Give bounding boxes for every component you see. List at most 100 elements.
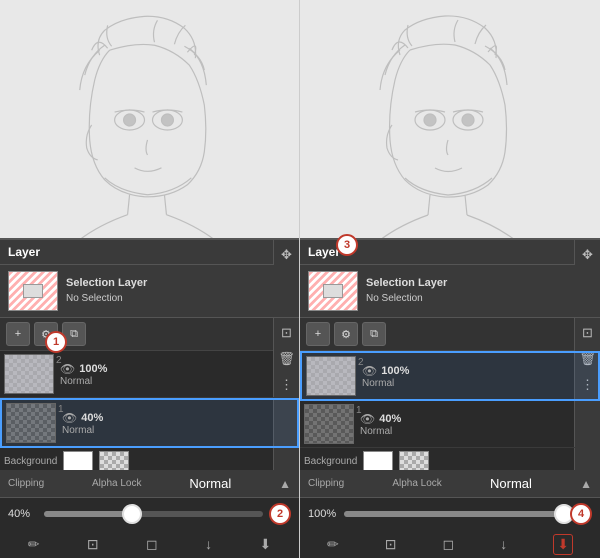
layer1-number-left: 1 <box>58 404 64 415</box>
layer2-eye-left[interactable]: 👁 <box>60 362 75 376</box>
layer1-thumb-right <box>304 404 354 444</box>
side-btn-select-right[interactable]: ⊡ <box>577 322 599 344</box>
layer2-opacity-right: 100% <box>381 365 409 377</box>
layer2-info-right: 👁 100% Normal <box>356 362 568 391</box>
add-layer-btn-right[interactable]: + <box>306 322 330 346</box>
layer1-mode-left: Normal <box>62 425 261 436</box>
side-btn-select[interactable]: ⊡ <box>276 322 298 344</box>
layer2-info-left: 👁 100% Normal <box>54 360 269 389</box>
selection-info-left: Selection Layer No Selection <box>66 276 147 305</box>
selection-sub-left: No Selection <box>66 292 147 306</box>
layer1-checker-left <box>7 404 55 442</box>
circle-2-bottom: 2 <box>269 503 291 525</box>
layer1-thumb-left <box>6 403 56 443</box>
bg-white-right <box>363 451 393 471</box>
ptb-pencil-right[interactable]: ✏ <box>327 536 339 553</box>
layer1-name-row-left: 👁 40% <box>62 411 261 425</box>
bg-label-left: Background <box>4 456 57 467</box>
layer-tools-row-left: + ⚙ 1 ⧉ <box>0 318 299 351</box>
layer1-number-right: 1 <box>356 405 362 416</box>
selection-layer-left[interactable]: Selection Layer No Selection <box>0 265 299 318</box>
layer2-name-row-right: 👁 100% <box>362 364 562 378</box>
circle-4-right: 4 <box>570 503 592 525</box>
gear-btn-left[interactable]: ⚙ 1 <box>34 322 58 346</box>
bg-checker-left <box>99 451 129 471</box>
selection-info-right: Selection Layer No Selection <box>366 276 447 305</box>
alpha-label-right: Alpha Lock <box>392 478 441 489</box>
layer2-number-right: 2 <box>358 357 364 368</box>
layer1-name-row-right: 👁 40% <box>360 412 564 426</box>
sketch-svg-right <box>300 0 600 240</box>
ptb-down-left[interactable]: ↓ <box>205 536 212 552</box>
layer2-name-row-left: 👁 100% <box>60 362 263 376</box>
clipping-btn-right[interactable]: Clipping <box>308 478 344 489</box>
clipping-label-left: Clipping <box>8 478 44 489</box>
ptb-pencil-left[interactable]: ✏ <box>28 536 40 553</box>
layer2-mode-left: Normal <box>60 376 263 387</box>
layer1-eye-right[interactable]: 👁 <box>360 412 375 426</box>
circle-3-right: 3 <box>336 234 358 256</box>
copy-btn-right[interactable]: ⧉ <box>362 322 386 346</box>
slider-fill-right <box>344 511 564 517</box>
ptb-select-right[interactable]: ◻ <box>443 536 455 553</box>
opacity-value-left: 40% <box>8 508 38 520</box>
sketch-background-right <box>300 0 600 240</box>
panel-tools-bottom-left: ✏ ⊡ ◻ ↓ ⬇ <box>0 530 299 558</box>
layer1-row-left[interactable]: 👁 40% Normal 1 <box>0 398 299 448</box>
layer1-eye-left[interactable]: 👁 <box>62 411 77 425</box>
mode-label-left: Normal <box>189 476 231 491</box>
alpha-lock-btn-left[interactable]: Alpha Lock <box>92 478 141 489</box>
layer1-mode-right: Normal <box>360 426 564 437</box>
slider-thumb-left[interactable] <box>122 504 142 524</box>
opacity-slider-right[interactable] <box>344 511 564 517</box>
clipping-label-right: Clipping <box>308 478 344 489</box>
selection-inner-thumb-left <box>23 284 43 298</box>
selection-thumb-right <box>308 271 358 311</box>
side-btn-move[interactable]: ✥ <box>276 244 298 266</box>
bg-white-left <box>63 451 93 471</box>
opacity-bar-left: 40% 2 <box>0 498 299 530</box>
layer1-info-left: 👁 40% Normal <box>56 409 267 438</box>
mode-label-right: Normal <box>490 476 532 491</box>
layer2-checker-left <box>5 355 53 393</box>
gear-btn-right[interactable]: ⚙ <box>334 322 358 346</box>
layer2-thumb-right <box>306 356 356 396</box>
selection-layer-right[interactable]: Selection Layer No Selection <box>300 265 600 318</box>
alpha-lock-btn-right[interactable]: Alpha Lock <box>392 478 441 489</box>
layer2-row-right[interactable]: 👁 100% Normal 2 <box>300 351 600 401</box>
opacity-slider-left[interactable] <box>44 511 263 517</box>
layer2-checker-right <box>307 357 355 395</box>
mode-bar-right: Clipping Alpha Lock Normal ▲ <box>300 470 600 498</box>
bg-checker-right <box>399 451 429 471</box>
bottom-bar-left: Clipping Alpha Lock Normal ▲ 40% 2 ✏ <box>0 470 299 558</box>
selection-inner-thumb-right <box>323 284 343 298</box>
opacity-value-right: 100% <box>308 508 338 520</box>
layer1-opacity-right: 40% <box>379 413 401 425</box>
mode-arrow-left[interactable]: ▲ <box>279 477 291 491</box>
ptb-select-left[interactable]: ◻ <box>146 536 158 553</box>
layer2-mode-right: Normal <box>362 378 562 389</box>
ptb-down2-right[interactable]: ⬇ <box>553 534 573 555</box>
bottom-bar-right: Clipping Alpha Lock Normal ▲ 100% 4 <box>300 470 600 558</box>
panel-tools-bottom-right: ✏ ⊡ ◻ ↓ ⬇ <box>300 530 600 558</box>
ptb-brush-left[interactable]: ⊡ <box>87 536 99 553</box>
layer2-number-left: 2 <box>56 355 62 366</box>
bg-label-right: Background <box>304 456 357 467</box>
layer1-row-right[interactable]: 👁 40% Normal 1 <box>300 401 600 448</box>
ptb-brush-right[interactable]: ⊡ <box>385 536 397 553</box>
ptb-down2-left[interactable]: ⬇ <box>259 536 271 553</box>
layer2-opacity-left: 100% <box>79 363 107 375</box>
layer2-eye-right[interactable]: 👁 <box>362 364 377 378</box>
selection-sub-right: No Selection <box>366 292 447 306</box>
ptb-down-right[interactable]: ↓ <box>500 536 507 552</box>
layer2-thumb-left <box>4 354 54 394</box>
clipping-btn-left[interactable]: Clipping <box>8 478 44 489</box>
selection-thumb-left <box>8 271 58 311</box>
layer2-row-left[interactable]: 👁 100% Normal 2 <box>0 351 299 398</box>
add-layer-btn-left[interactable]: + <box>6 322 30 346</box>
mode-arrow-right[interactable]: ▲ <box>580 477 592 491</box>
canvas-area-left <box>0 0 299 240</box>
side-btn-move-right[interactable]: ✥ <box>577 244 599 266</box>
alpha-label-left: Alpha Lock <box>92 478 141 489</box>
layer1-checker-right <box>305 405 353 443</box>
